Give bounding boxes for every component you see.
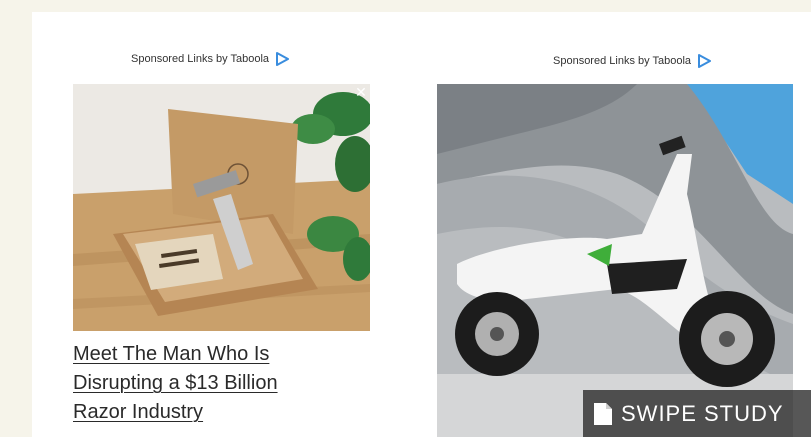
swipe-study-watermark: SWIPE STUDY	[583, 390, 811, 437]
scooter-image	[437, 84, 793, 437]
razor-kit-image	[73, 84, 370, 331]
ad-image-scooter[interactable]	[437, 84, 793, 437]
ad-image-razor[interactable]: ✕	[73, 84, 370, 331]
sponsored-label-2[interactable]: Sponsored Links by Taboola	[553, 54, 712, 68]
taboola-play-icon	[276, 52, 290, 66]
document-icon	[594, 402, 612, 425]
headline-line-2: Disrupting a $13 Billion	[73, 372, 278, 394]
sponsored-text-1: Sponsored Links by Taboola	[131, 53, 270, 65]
headline-line-1: Meet The Man Who Is	[73, 343, 270, 365]
close-icon[interactable]: ✕	[354, 86, 368, 100]
sponsored-label-1[interactable]: Sponsored Links by Taboola	[131, 52, 290, 66]
taboola-play-icon	[698, 54, 712, 68]
watermark-label: SWIPE STUDY	[621, 400, 784, 426]
headline-line-3: Razor Industry	[73, 401, 204, 423]
sponsored-text-2: Sponsored Links by Taboola	[553, 55, 692, 67]
ad-headline-1[interactable]: Meet The Man Who Is Disrupting a $13 Bil…	[73, 340, 353, 427]
